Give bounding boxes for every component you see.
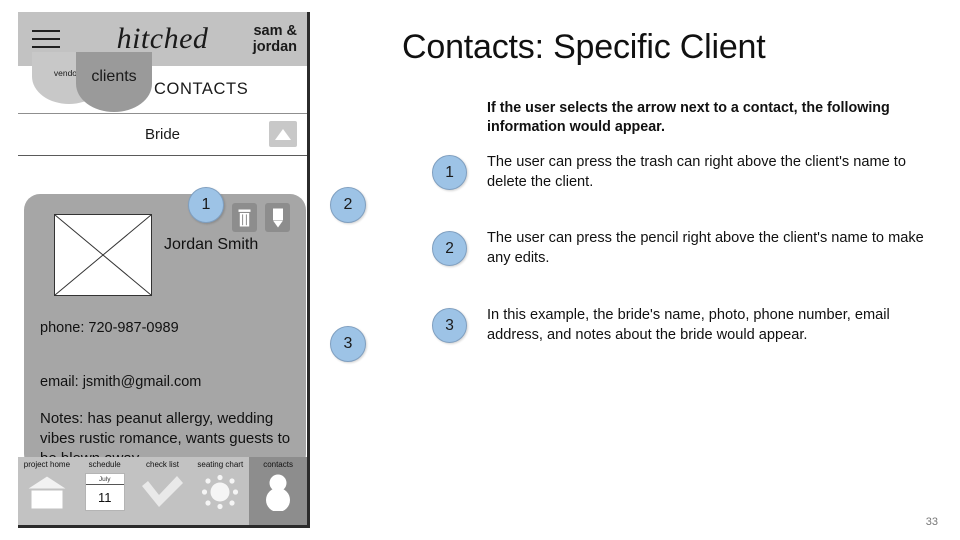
intro-paragraph: If the user selects the arrow next to a …: [487, 100, 890, 135]
section-label: Bride: [144, 126, 181, 143]
bottom-nav-bar: project home schedule July 11 check list…: [18, 457, 307, 525]
tab-clients-label: clients: [91, 68, 137, 85]
callout-bubble-1: 1: [188, 187, 224, 223]
nav-label-project-home: project home: [23, 460, 71, 469]
annotation-text-3: In this example, the bride's name, photo…: [487, 307, 890, 343]
annotation-text-2: The user can press the pencil right abov…: [487, 230, 924, 266]
calendar-day: 11: [97, 490, 112, 505]
slide-canvas: hitched sam & jordan vendors clients CON…: [0, 0, 960, 540]
annotation-text-1: The user can press the trash can right a…: [487, 154, 906, 190]
client-name: Jordan Smith: [164, 236, 259, 253]
nav-label-seating-chart: seating chart: [197, 460, 244, 469]
tab-clients[interactable]: clients: [76, 52, 152, 112]
annotation-number-3: 3: [432, 308, 467, 343]
nav-item-schedule[interactable]: schedule July 11: [76, 457, 134, 525]
couple-name-line2: jordan: [252, 39, 297, 55]
phone-mockup: hitched sam & jordan vendors clients CON…: [18, 12, 310, 528]
contacts-tab-row: vendors clients CONTACTS: [18, 52, 307, 114]
section-header-bride: Bride: [18, 114, 307, 156]
nav-label-contacts: contacts: [263, 460, 293, 469]
home-icon: [25, 472, 69, 512]
screen-title: CONTACTS: [154, 80, 249, 98]
client-detail-card: Jordan Smith phone: 720-987-0989 email: …: [24, 194, 306, 470]
nav-item-contacts[interactable]: contacts: [249, 457, 307, 525]
nav-label-check-list: check list: [146, 460, 179, 469]
check-icon: [139, 472, 185, 512]
callout-bubble-3: 3: [330, 326, 366, 362]
page-title: Contacts: Specific Client: [402, 28, 766, 66]
nav-item-project-home[interactable]: project home: [18, 457, 76, 525]
couple-name: sam & jordan: [253, 23, 297, 55]
triangle-up-icon[interactable]: [269, 121, 297, 147]
nav-label-schedule: schedule: [88, 460, 121, 469]
couple-name-line1: sam &: [253, 23, 297, 39]
person-icon: [258, 472, 298, 512]
calendar-month: July: [85, 474, 124, 485]
client-email: email: jsmith@gmail.com: [40, 374, 202, 390]
round-table-icon: [199, 472, 241, 512]
calendar-icon: July 11: [84, 472, 125, 512]
nav-item-check-list[interactable]: check list: [134, 457, 192, 525]
annotation-number-2: 2: [432, 231, 467, 266]
image-placeholder: [54, 214, 152, 296]
callout-bubble-2: 2: [330, 187, 366, 223]
page-number: 33: [925, 516, 938, 528]
client-phone: phone: 720-987-0989: [40, 320, 179, 336]
trash-icon[interactable]: [232, 203, 257, 232]
annotation-number-1: 1: [432, 155, 467, 190]
pencil-icon[interactable]: [265, 203, 290, 232]
nav-item-seating-chart[interactable]: seating chart: [191, 457, 249, 525]
